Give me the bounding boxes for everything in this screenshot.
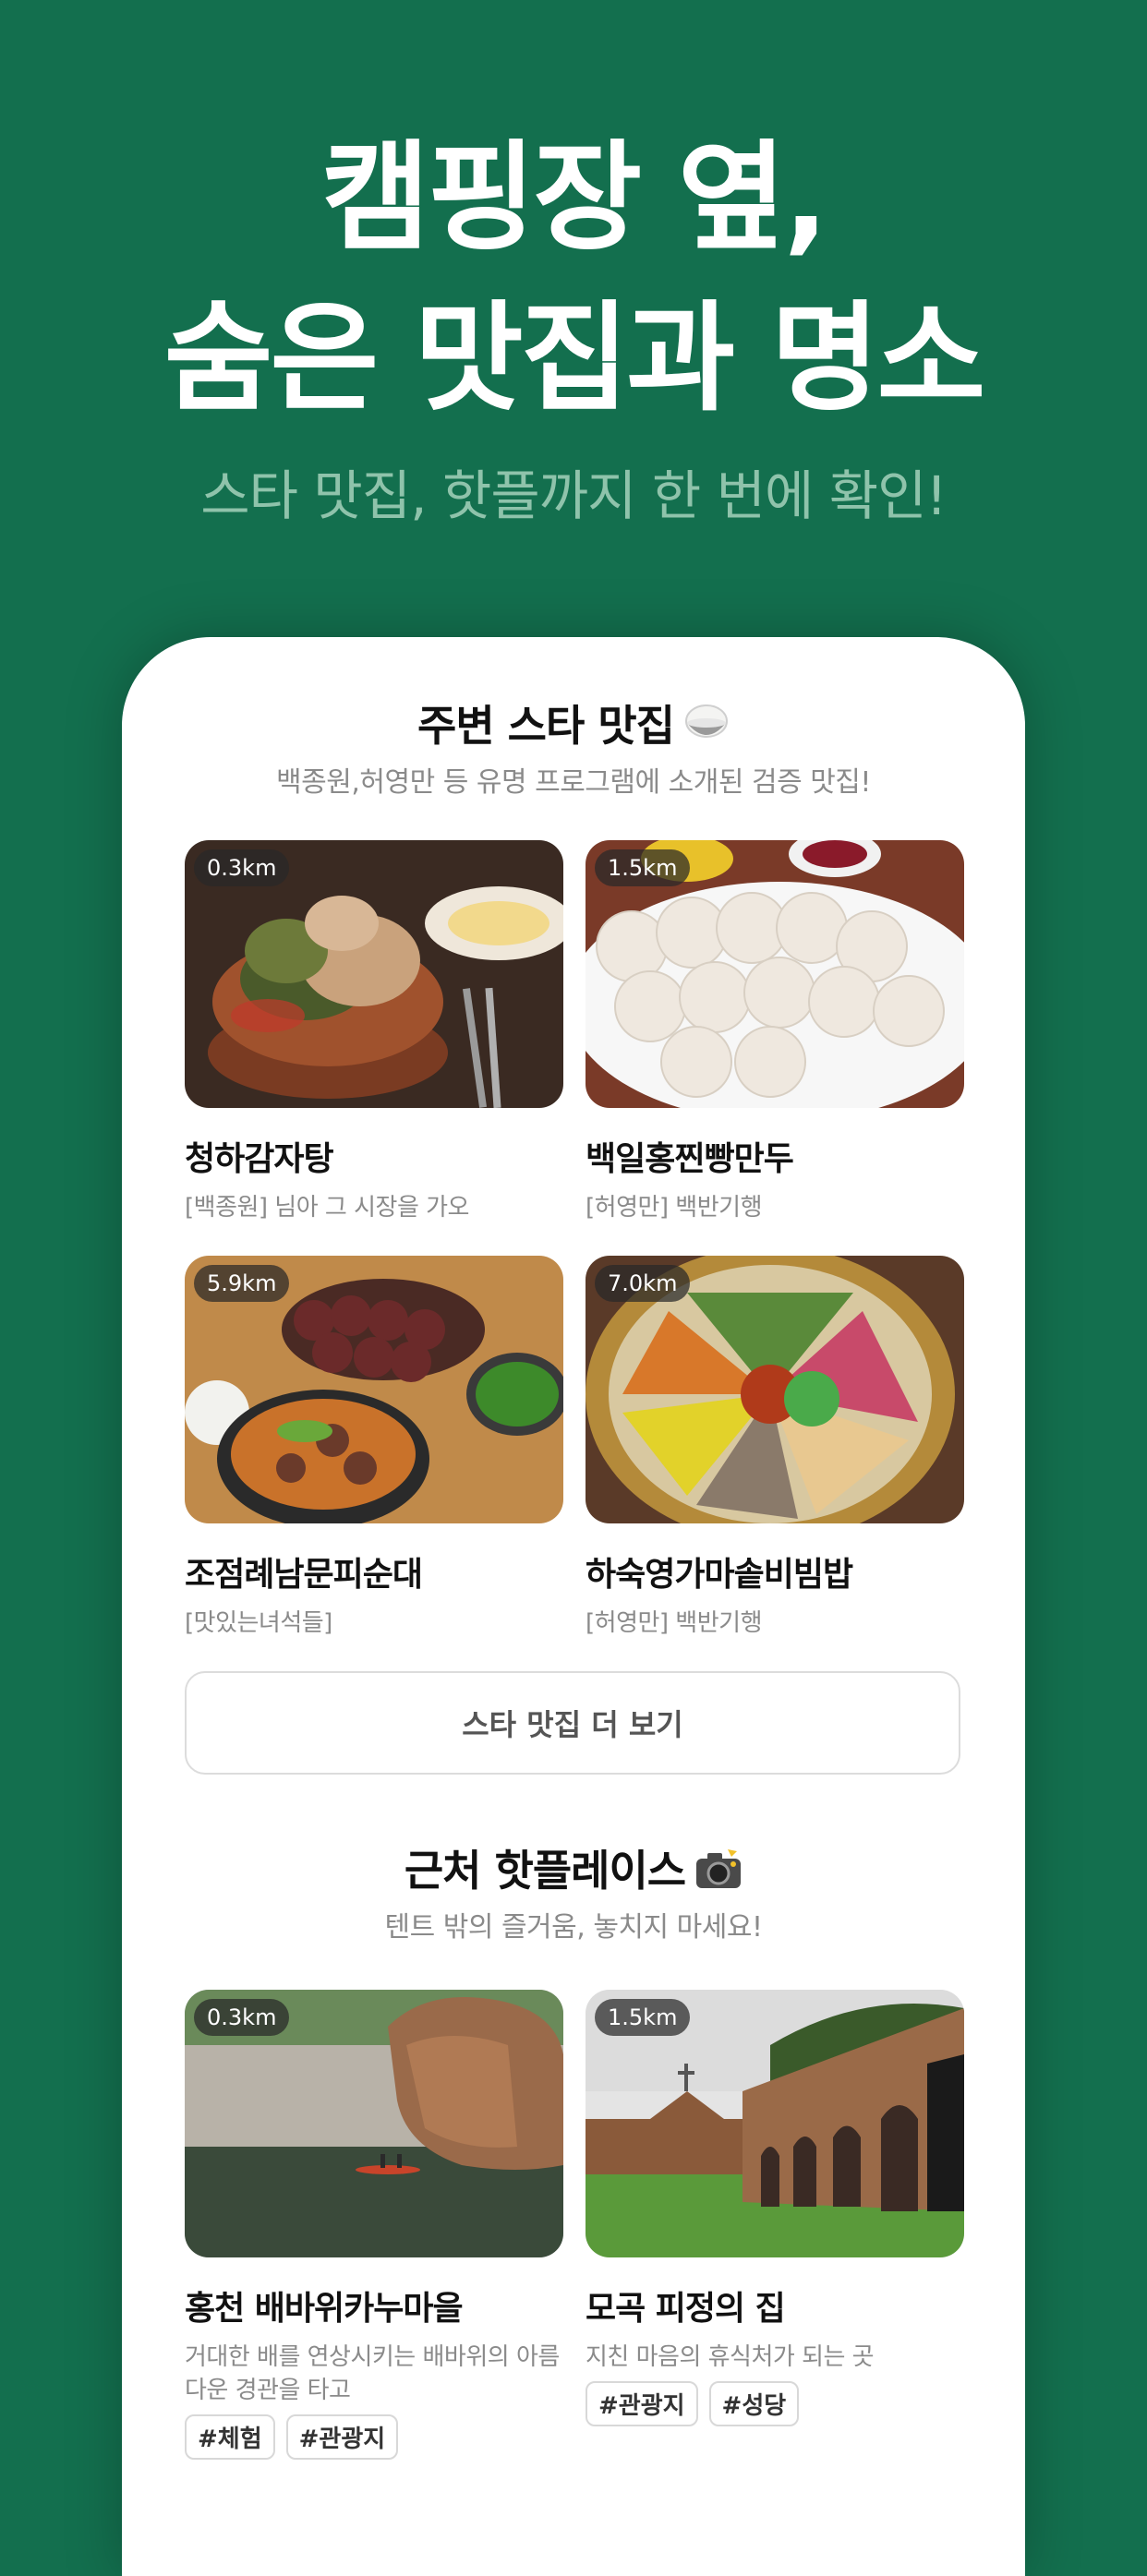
hero-title-line-2: 숨은 맛집과 명소 — [163, 290, 985, 427]
place-name: 홍천 배바위카누마을 — [185, 2290, 464, 2328]
restaurant-photo: 1.5km — [586, 840, 964, 1108]
restaurant-source: [허영만] 백반기행 — [586, 1194, 763, 1222]
place-photo: 0.3km — [185, 1990, 563, 2257]
hot-section-title: 근처 핫플레이스 — [404, 1846, 686, 1896]
restaurant-photo: 5.9km — [185, 1256, 563, 1523]
rice-bowl-icon — [683, 703, 730, 755]
hot-section-subtitle: 텐트 밖의 즐거움, 놓치지 마세요! — [384, 1911, 763, 1944]
tag[interactable]: #관광지 — [586, 2381, 698, 2426]
restaurant-name: 조점례남문피순대 — [185, 1556, 423, 1594]
camera-flash-icon — [694, 1848, 743, 1900]
restaurant-card[interactable]: 1.5km 백일홍찐빵만두 [허영만] 백반기행 — [586, 840, 964, 1224]
hero-title-line-1: 캠핑장 옆, — [320, 129, 828, 267]
restaurant-source: [허영만] 백반기행 — [586, 1609, 763, 1637]
distance-badge: 0.3km — [194, 849, 290, 886]
distance-badge: 5.9km — [194, 1265, 290, 1302]
tag[interactable]: #체험 — [185, 2414, 275, 2460]
place-tags: #관광지 #성당 — [586, 2381, 964, 2426]
hero-subtitle: 스타 맛집, 핫플까지 한 번에 확인! — [200, 464, 948, 527]
place-description: 거대한 배를 연상시키는 배바위의 아름다운 경관을 타고 — [185, 2343, 560, 2404]
place-tags: #체험 #관광지 — [185, 2414, 563, 2460]
restaurant-name: 백일홍찐빵만두 — [586, 1140, 794, 1178]
restaurant-card[interactable]: 0.3km 청하감자탕 [백종원] 님아 그 시장을 가오 — [185, 840, 563, 1224]
place-description: 지친 마음의 휴식처가 되는 곳 — [586, 2343, 875, 2371]
restaurant-card[interactable]: 7.0km 하숙영가마솥비빔밥 [허영만] 백반기행 — [586, 1256, 964, 1640]
hot-section-header: 근처 핫플레이스 — [122, 1837, 1025, 1900]
distance-badge: 1.5km — [595, 849, 691, 886]
star-section-subtitle: 백종원,허영만 등 유명 프로그램에 소개된 검증 맛집! — [276, 766, 871, 799]
phone-screen: 주변 스타 맛집 백종원,허영만 등 유명 프로그램에 소개된 검증 맛집! 0… — [122, 637, 1025, 2576]
restaurant-source: [백종원] 님아 그 시장을 가오 — [185, 1194, 469, 1222]
place-card[interactable]: 0.3km 홍천 배바위카누마을 거대한 배를 연상시키는 배바위의 아름다운 … — [185, 1990, 563, 2460]
restaurant-name: 하숙영가마솥비빔밥 — [586, 1556, 853, 1594]
restaurant-photo: 7.0km — [586, 1256, 964, 1523]
place-card[interactable]: 1.5km 모곡 피정의 집 지친 마음의 휴식처가 되는 곳 #관광지 #성당 — [586, 1990, 964, 2426]
hero-title: 캠핑장 옆, 숨은 맛집과 명소 — [0, 118, 1147, 439]
star-section-header: 주변 스타 맛집 — [122, 692, 1025, 755]
star-section-title: 주변 스타 맛집 — [417, 701, 675, 751]
restaurant-name: 청하감자탕 — [185, 1140, 334, 1178]
distance-badge: 7.0km — [595, 1265, 691, 1302]
place-photo: 1.5km — [586, 1990, 964, 2257]
more-star-restaurants-button[interactable]: 스타 맛집 더 보기 — [185, 1671, 960, 1775]
tag[interactable]: #관광지 — [285, 2414, 399, 2460]
distance-badge: 1.5km — [595, 1999, 691, 2036]
distance-badge: 0.3km — [194, 1999, 290, 2036]
restaurant-source: [맛있는녀석들] — [185, 1609, 332, 1637]
place-name: 모곡 피정의 집 — [586, 2290, 786, 2328]
restaurant-card[interactable]: 5.9km 조점례남문피순대 [맛있는녀석들] — [185, 1256, 563, 1640]
restaurant-photo: 0.3km — [185, 840, 563, 1108]
tag[interactable]: #성당 — [708, 2381, 800, 2426]
